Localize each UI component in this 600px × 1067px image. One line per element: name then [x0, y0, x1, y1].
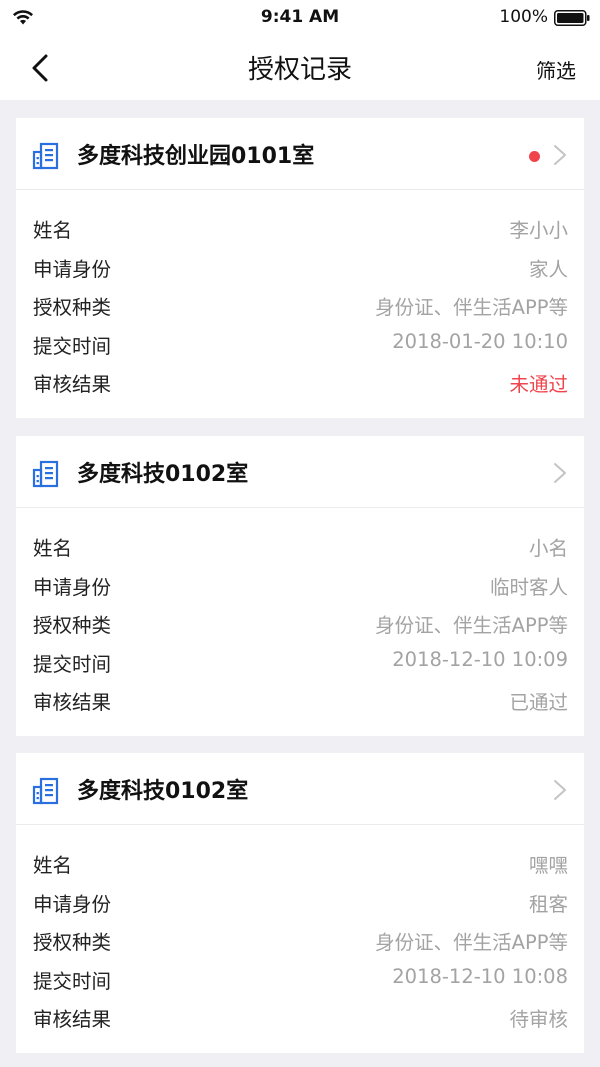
field-value: 身份证、伴生活APP等 [375, 614, 568, 637]
field-label: 提交时间 [33, 334, 112, 358]
field-row-review-result: 审核结果 已通过 [16, 682, 584, 721]
record-card-header[interactable]: 多度科技0102室 [16, 753, 584, 825]
field-row-identity: 申请身份 家人 [16, 249, 584, 288]
page-title: 授权记录 [247, 55, 352, 85]
field-value: 李小小 [509, 219, 568, 242]
field-label: 审核结果 [33, 1008, 112, 1031]
field-value: 身份证、伴生活APP等 [375, 296, 568, 319]
filter-button[interactable]: 筛选 [536, 55, 576, 84]
field-row-review-result: 审核结果 待审核 [16, 999, 584, 1038]
field-label: 姓名 [33, 537, 73, 560]
field-row-auth-type: 授权种类 身份证、伴生活APP等 [16, 922, 584, 961]
field-label: 审核结果 [33, 373, 112, 396]
nav-bar: 授权记录 筛选 [0, 36, 600, 100]
field-label: 授权种类 [33, 614, 112, 637]
field-value: 身份证、伴生活APP等 [375, 931, 568, 954]
field-value: 2018-01-20 10:10 [392, 329, 568, 353]
review-result-value: 待审核 [509, 1008, 568, 1031]
field-row-submit-time: 提交时间 2018-12-10 10:08 [16, 961, 584, 1000]
chevron-right-icon[interactable] [553, 462, 567, 484]
field-label: 审核结果 [33, 691, 112, 714]
field-row-name: 姓名 李小小 [16, 210, 584, 249]
battery-percentage: 100% [499, 7, 548, 27]
record-title: 多度科技0102室 [77, 779, 249, 804]
status-bar: 9:41 AM 100% [0, 0, 600, 36]
record-card-header[interactable]: 多度科技创业园0101室 [16, 118, 584, 190]
field-label: 授权种类 [33, 931, 112, 954]
field-value: 嘿嘿 [528, 854, 568, 877]
field-label: 姓名 [33, 219, 73, 242]
record-title: 多度科技创业园0101室 [77, 144, 315, 169]
battery-icon [554, 10, 590, 26]
field-row-submit-time: 提交时间 2018-01-20 10:10 [16, 326, 584, 365]
building-icon [32, 142, 59, 170]
field-row-submit-time: 提交时间 2018-12-10 10:09 [16, 644, 584, 683]
record-card[interactable]: 多度科技0102室 姓名 小名 申请身份 临时客人 授权种类 身份证、伴生活AP… [16, 436, 584, 736]
record-card[interactable]: 多度科技0102室 姓名 嘿嘿 申请身份 租客 授权种类 身份证、伴生活APP等… [16, 753, 584, 1053]
field-row-identity: 申请身份 临时客人 [16, 567, 584, 606]
field-value: 租客 [528, 892, 568, 916]
field-value: 家人 [528, 257, 568, 281]
unread-dot [529, 151, 540, 162]
field-label: 提交时间 [33, 969, 112, 993]
field-label: 提交时间 [33, 652, 112, 676]
field-value: 2018-12-10 10:09 [392, 647, 568, 671]
field-label: 申请身份 [33, 257, 112, 281]
record-title: 多度科技0102室 [77, 462, 249, 487]
field-label: 申请身份 [33, 575, 112, 599]
record-card-header[interactable]: 多度科技0102室 [16, 436, 584, 508]
field-row-identity: 申请身份 租客 [16, 884, 584, 923]
review-result-value: 未通过 [509, 373, 568, 396]
field-row-name: 姓名 嘿嘿 [16, 845, 584, 884]
field-row-name: 姓名 小名 [16, 528, 584, 567]
field-label: 授权种类 [33, 296, 112, 319]
review-result-value: 已通过 [509, 691, 568, 714]
chevron-right-icon[interactable] [553, 144, 567, 166]
building-icon [32, 460, 59, 488]
field-label: 申请身份 [33, 892, 112, 916]
field-row-auth-type: 授权种类 身份证、伴生活APP等 [16, 605, 584, 644]
field-value: 临时客人 [489, 575, 568, 599]
field-label: 姓名 [33, 854, 73, 877]
building-icon [32, 777, 59, 805]
field-row-auth-type: 授权种类 身份证、伴生活APP等 [16, 287, 584, 326]
field-row-review-result: 审核结果 未通过 [16, 364, 584, 403]
chevron-right-icon[interactable] [553, 779, 567, 801]
field-value: 2018-12-10 10:08 [392, 964, 568, 988]
record-card[interactable]: 多度科技创业园0101室 姓名 李小小 申请身份 家人 授权种类 身份证、伴生活… [16, 118, 584, 418]
field-value: 小名 [528, 537, 568, 560]
